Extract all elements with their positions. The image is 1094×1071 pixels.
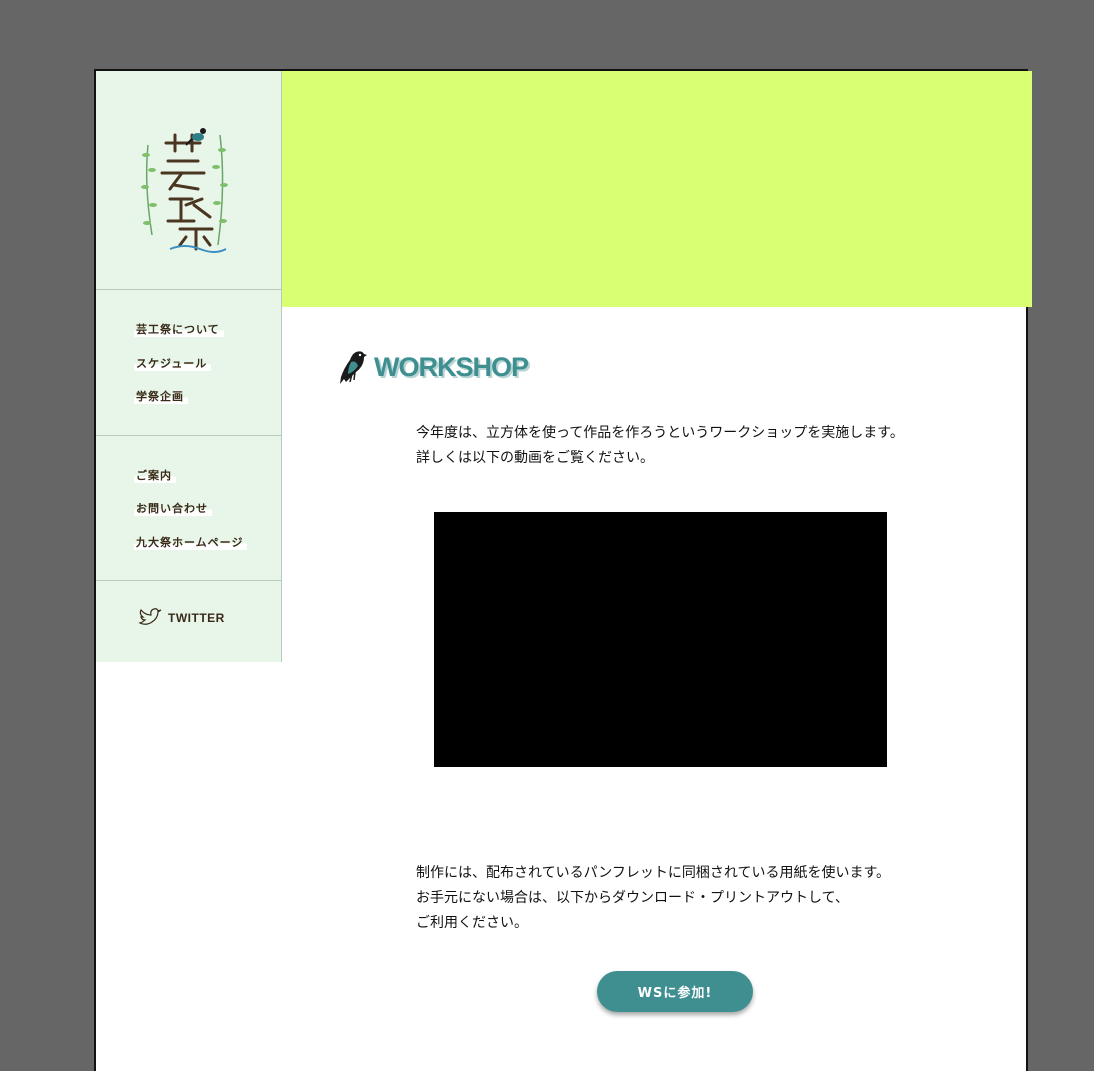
nav-item-about[interactable]: 芸工祭について (134, 321, 224, 337)
social-links: TWITTER (96, 581, 281, 662)
nav-item-events[interactable]: 学祭企画 (134, 388, 188, 404)
nav-item-contact[interactable]: お問い合わせ (134, 500, 212, 516)
video-player[interactable] (434, 512, 887, 767)
primary-nav: 芸工祭について スケジュール 学祭企画 (96, 290, 281, 436)
page-frame: 芸工祭について スケジュール 学祭企画 ご案内 お問い合わせ 九大祭ホームページ… (94, 69, 1032, 1071)
twitter-label: TWITTER (168, 611, 225, 625)
bird-icon (340, 351, 367, 384)
intro-line: 詳しくは以下の動画をご覧ください。 (416, 450, 654, 466)
logo-area (96, 71, 281, 290)
body-text: 制作には、配布されているパンフレットに同梱されている用紙を使います。 お手元にな… (416, 861, 890, 936)
intro-text: 今年度は、立方体を使って作品を作ろうというワークショップを実施します。 詳しくは… (416, 421, 904, 471)
section-title: WORKSHOP (374, 351, 529, 382)
body-line: 制作には、配布されているパンフレットに同梱されている用紙を使います。 (416, 865, 891, 881)
join-workshop-button[interactable]: WSに参加! (597, 971, 753, 1012)
body-line: ご利用ください。 (416, 915, 528, 931)
nav-item-schedule[interactable]: スケジュール (134, 355, 212, 371)
twitter-bird-icon (138, 608, 162, 625)
sidebar: 芸工祭について スケジュール 学祭企画 ご案内 お問い合わせ 九大祭ホームページ… (96, 71, 282, 662)
nav-item-guide[interactable]: ご案内 (134, 467, 176, 483)
body-line: お手元にない場合は、以下からダウンロード・プリントアウトして、 (416, 890, 849, 906)
intro-line: 今年度は、立方体を使って作品を作ろうというワークショップを実施します。 (416, 425, 904, 441)
hero-banner (282, 71, 1032, 307)
secondary-nav: ご案内 お問い合わせ 九大祭ホームページ (96, 436, 281, 581)
nav-item-homepage[interactable]: 九大祭ホームページ (134, 534, 248, 550)
logo-image[interactable] (140, 125, 230, 255)
section-header: WORKSHOP (336, 348, 529, 386)
twitter-link[interactable]: TWITTER (138, 608, 225, 628)
